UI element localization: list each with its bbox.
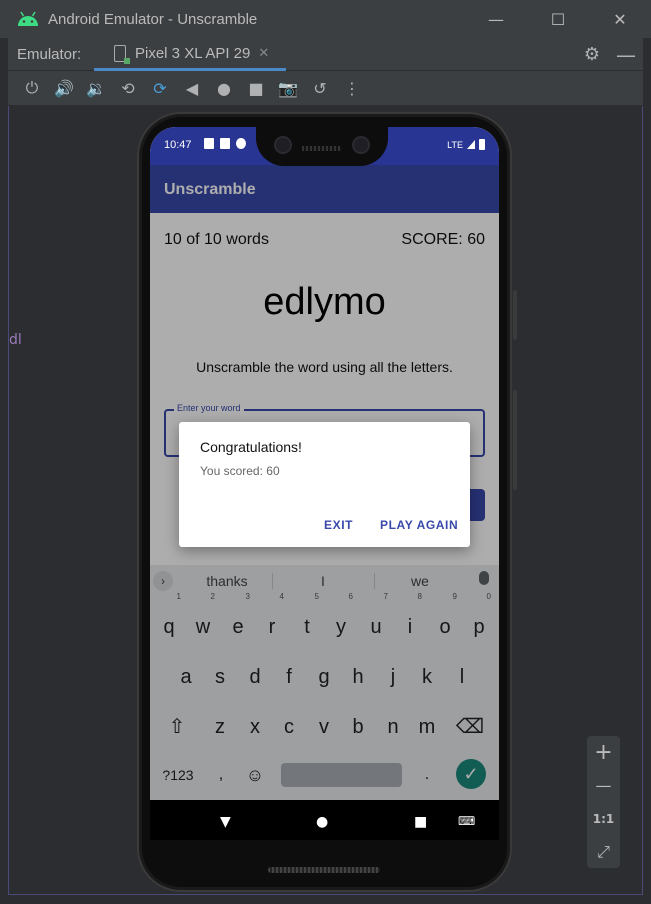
window-title: Android Emulator - Unscramble xyxy=(48,10,258,28)
front-camera-icon xyxy=(274,136,292,154)
navigation-bar: ▼ ● ■ ⌨ xyxy=(150,800,499,840)
volume-side-button xyxy=(513,390,517,490)
dialog-title: Congratulations! xyxy=(200,439,302,455)
android-logo-icon xyxy=(16,10,40,28)
dialog-message: You scored: 60 xyxy=(200,464,280,478)
nav-home-icon[interactable]: ● xyxy=(316,814,328,830)
rotate-right-icon[interactable]: ⟳ xyxy=(144,74,176,102)
battery-icon xyxy=(479,139,485,150)
screenshot-icon[interactable]: 📷 xyxy=(272,74,304,102)
home-icon[interactable]: ● xyxy=(208,74,240,102)
volume-down-icon[interactable]: 🔉 xyxy=(80,74,112,102)
notification-a-icon xyxy=(204,138,214,149)
emulator-window: Android Emulator - Unscramble — ☐ ✕ Emul… xyxy=(0,0,651,904)
maximize-button[interactable]: ☐ xyxy=(527,0,589,38)
nav-recents-icon[interactable]: ■ xyxy=(414,814,427,830)
zoom-out-icon[interactable]: — xyxy=(587,769,620,802)
earpiece-speaker xyxy=(302,146,342,151)
congratulations-dialog: Congratulations! You scored: 60 EXIT PLA… xyxy=(179,422,470,547)
emulator-toolbar: ⏻ 🔊 🔉 ⟲ ⟳ ◀ ● ■ 📷 ↺ ⋮ xyxy=(8,71,643,106)
device-icon xyxy=(114,44,130,64)
power-icon[interactable]: ⏻ xyxy=(16,74,48,102)
zoom-actual-size-button[interactable]: 1:1 xyxy=(587,802,620,835)
play-again-button[interactable]: PLAY AGAIN xyxy=(380,518,458,532)
rotate-left-icon[interactable]: ⟲ xyxy=(112,74,144,102)
gear-icon[interactable]: ⚙ xyxy=(575,44,609,65)
zoom-fit-icon[interactable]: ⤢ xyxy=(587,835,620,868)
zoom-controls: + — 1:1 ⤢ xyxy=(587,736,620,868)
signal-icon xyxy=(467,140,475,149)
display-notch xyxy=(256,124,388,166)
title-bar: Android Emulator - Unscramble — ☐ ✕ xyxy=(0,0,651,38)
tab-label: Pixel 3 XL API 29 xyxy=(135,44,251,62)
tab-close-icon[interactable]: ✕ xyxy=(258,46,269,61)
overview-icon[interactable]: ■ xyxy=(240,74,272,102)
volume-up-icon[interactable]: 🔊 xyxy=(48,74,80,102)
emulator-tab-bar: Emulator: Pixel 3 XL API 29 ✕ ⚙ — xyxy=(8,38,643,71)
sd-card-icon xyxy=(220,138,230,149)
sync-icon xyxy=(236,138,246,149)
front-camera-icon xyxy=(352,136,370,154)
status-time: 10:47 xyxy=(164,139,192,151)
zoom-in-icon[interactable]: + xyxy=(587,736,620,769)
left-strip-text: dl xyxy=(9,332,22,348)
bottom-speaker-grille xyxy=(268,867,380,873)
snapshot-icon[interactable]: ↺ xyxy=(304,74,336,102)
close-button[interactable]: ✕ xyxy=(589,0,651,38)
network-type: LTE xyxy=(447,139,463,150)
minimize-button[interactable]: — xyxy=(465,0,527,38)
emulator-label: Emulator: xyxy=(17,45,82,63)
power-side-button xyxy=(513,290,517,340)
nav-back-icon[interactable]: ▼ xyxy=(220,814,231,830)
exit-button[interactable]: EXIT xyxy=(324,518,353,532)
tab-pixel-3-xl[interactable]: Pixel 3 XL API 29 ✕ xyxy=(94,38,286,71)
back-icon[interactable]: ◀ xyxy=(176,74,208,102)
keyboard-switch-icon[interactable]: ⌨ xyxy=(458,814,475,828)
more-icon[interactable]: ⋮ xyxy=(336,74,368,102)
hide-panel-icon[interactable]: — xyxy=(609,43,643,67)
